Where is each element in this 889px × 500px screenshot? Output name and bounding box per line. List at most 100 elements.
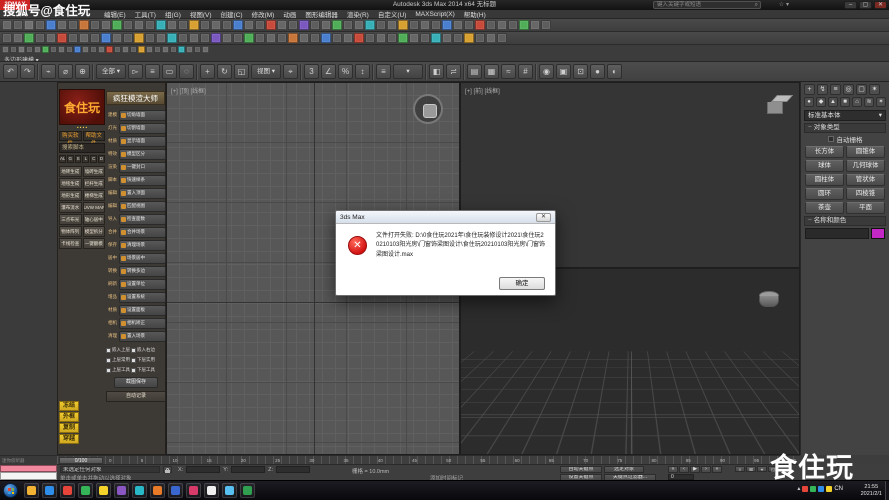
main-toolbar-button[interactable]: ↕ [355, 64, 370, 79]
toolbar-icon[interactable] [178, 20, 188, 30]
toolbar-icon[interactable] [68, 20, 78, 30]
toolbar-icon[interactable] [387, 33, 397, 43]
plugin-tool-button[interactable]: 地毯生成 [59, 178, 82, 189]
plugin-search-input[interactable]: 搜索脚本 [59, 143, 105, 153]
taskbar-clock[interactable]: 21:55 2021/2/1 [861, 484, 882, 498]
main-toolbar-button[interactable]: ⊕ [75, 64, 90, 79]
viewport-top-label[interactable]: [+] [顶] [线框] [171, 86, 206, 95]
window-control-button[interactable]: ▢ [859, 1, 872, 9]
ribbon-icon[interactable] [2, 46, 9, 53]
toolbar-icon[interactable] [112, 20, 122, 30]
object-name-input[interactable] [805, 228, 869, 239]
toolbar-icon[interactable] [288, 20, 298, 30]
toolbar-icon[interactable] [222, 20, 232, 30]
geometry-category-icon[interactable]: ■ [840, 97, 850, 107]
toolbar-icon[interactable] [321, 33, 331, 43]
toolbar-icon[interactable] [431, 33, 441, 43]
toolbar-icon[interactable] [365, 20, 375, 30]
main-toolbar-button[interactable]: ◉ [539, 64, 554, 79]
main-toolbar-button[interactable]: ◌ [179, 64, 194, 79]
taskbar-app-icon[interactable] [186, 483, 201, 498]
toolbar-icon[interactable] [354, 20, 364, 30]
toolbar-icon[interactable] [376, 20, 386, 30]
checkbox[interactable] [106, 348, 111, 353]
tray-expand-icon[interactable]: ▴ [797, 485, 800, 492]
primitive-button[interactable]: 几何球体 [846, 160, 885, 172]
plugin-tool-button[interactable]: 地形生成 [59, 190, 82, 201]
ribbon-icon[interactable] [106, 46, 113, 53]
steering-wheel-icon[interactable] [413, 94, 443, 124]
geometry-category-icon[interactable]: ≋ [864, 97, 874, 107]
main-toolbar-button[interactable]: ≓ [446, 64, 461, 79]
toolbar-icon[interactable] [508, 20, 518, 30]
taskbar-app-icon[interactable] [114, 483, 129, 498]
toolbar-icon[interactable] [35, 33, 45, 43]
main-toolbar-button[interactable]: 视图 ▾ [251, 64, 281, 79]
main-toolbar-button[interactable] [92, 64, 94, 80]
plugin-tool-button[interactable]: 检查面数 [119, 214, 166, 225]
plugin-yellow-button[interactable]: 冻结 [59, 401, 79, 411]
plugin-tool-button[interactable]: 设置面板 [119, 305, 166, 316]
ribbon-icon[interactable] [138, 46, 145, 53]
toolbar-icon[interactable] [453, 33, 463, 43]
search-input[interactable]: 键入关键字或短语 ⌕ [653, 1, 761, 9]
toolbar-icon[interactable] [277, 20, 287, 30]
toolbar-icon[interactable] [112, 33, 122, 43]
checkbox[interactable] [131, 348, 136, 353]
plugin-tool-button[interactable]: 瀑布流水 [59, 202, 82, 213]
plugin-yellow-button[interactable]: 穿越 [59, 434, 79, 444]
toolbar-icon[interactable] [277, 33, 287, 43]
main-toolbar-button[interactable]: ◧ [429, 64, 444, 79]
plugin-filter-button[interactable]: ALL [59, 155, 66, 163]
plugin-tool-button[interactable]: 一键翻模 [83, 238, 106, 249]
toolbar-icon[interactable] [57, 33, 67, 43]
toolbar-icon[interactable] [398, 20, 408, 30]
taskbar-app-icon[interactable] [240, 483, 255, 498]
main-toolbar-button[interactable] [535, 64, 537, 80]
primitive-button[interactable]: 球体 [805, 160, 844, 172]
window-control-button[interactable]: ✕ [874, 1, 887, 9]
main-toolbar-button[interactable]: ≡ [376, 64, 391, 79]
checkbox[interactable] [131, 368, 136, 373]
checkbox[interactable] [106, 358, 111, 363]
primitive-button[interactable]: 圆锥体 [846, 146, 885, 158]
start-button[interactable] [3, 483, 18, 498]
geometry-category-icon[interactable]: ⌂ [852, 97, 862, 107]
command-panel-tab-icon[interactable]: ✶ [869, 84, 880, 95]
main-toolbar-button[interactable]: ⌖ [283, 64, 298, 79]
primitive-button[interactable]: 长方体 [805, 146, 844, 158]
primitive-button[interactable]: 圆柱体 [805, 174, 844, 186]
taskbar-app-icon[interactable] [60, 483, 75, 498]
ribbon-icon[interactable] [114, 46, 121, 53]
ribbon-icon[interactable] [178, 46, 185, 53]
plugin-tool-button[interactable]: 三点布光 [59, 214, 82, 225]
ribbon-icon[interactable] [98, 46, 105, 53]
ribbon-icon[interactable] [34, 46, 41, 53]
primitive-category-dropdown[interactable]: 标准基本体 ▾ [804, 110, 886, 121]
taskbar-app-icon[interactable] [204, 483, 219, 498]
geometry-category-icon[interactable]: ▲ [828, 97, 838, 107]
command-panel-tab-icon[interactable]: ↯ [817, 84, 828, 95]
main-toolbar-button[interactable]: ⌀ [58, 64, 73, 79]
plugin-tool-button[interactable]: 卡线检查 [59, 238, 82, 249]
toolbar-icon[interactable] [343, 33, 353, 43]
toolbar-icon[interactable] [475, 20, 485, 30]
ok-button[interactable]: 确定 [499, 277, 545, 290]
playback-button[interactable]: › [701, 466, 711, 473]
command-panel-tab-icon[interactable]: ▢ [856, 84, 867, 95]
ribbon-icon[interactable] [42, 46, 49, 53]
toolbar-icon[interactable] [442, 33, 452, 43]
menu-item[interactable]: 动画 [283, 9, 296, 19]
plugin-tool-button[interactable]: 轴心居中 [83, 214, 106, 225]
menu-item[interactable]: 工具(T) [135, 9, 156, 19]
playback-button[interactable]: ▶ [690, 466, 700, 473]
toolbar-icon[interactable] [222, 33, 232, 43]
toolbar-icon[interactable] [299, 20, 309, 30]
plugin-tool-button[interactable]: 设置单位 [119, 279, 166, 290]
toolbar-icon[interactable] [266, 20, 276, 30]
toolbar-icon[interactable] [420, 33, 430, 43]
toolbar-icon[interactable] [530, 20, 540, 30]
toolbar-icon[interactable] [46, 20, 56, 30]
dialog-title-bar[interactable]: 3ds Max ✕ [336, 211, 555, 224]
toolbar-icon[interactable] [167, 33, 177, 43]
